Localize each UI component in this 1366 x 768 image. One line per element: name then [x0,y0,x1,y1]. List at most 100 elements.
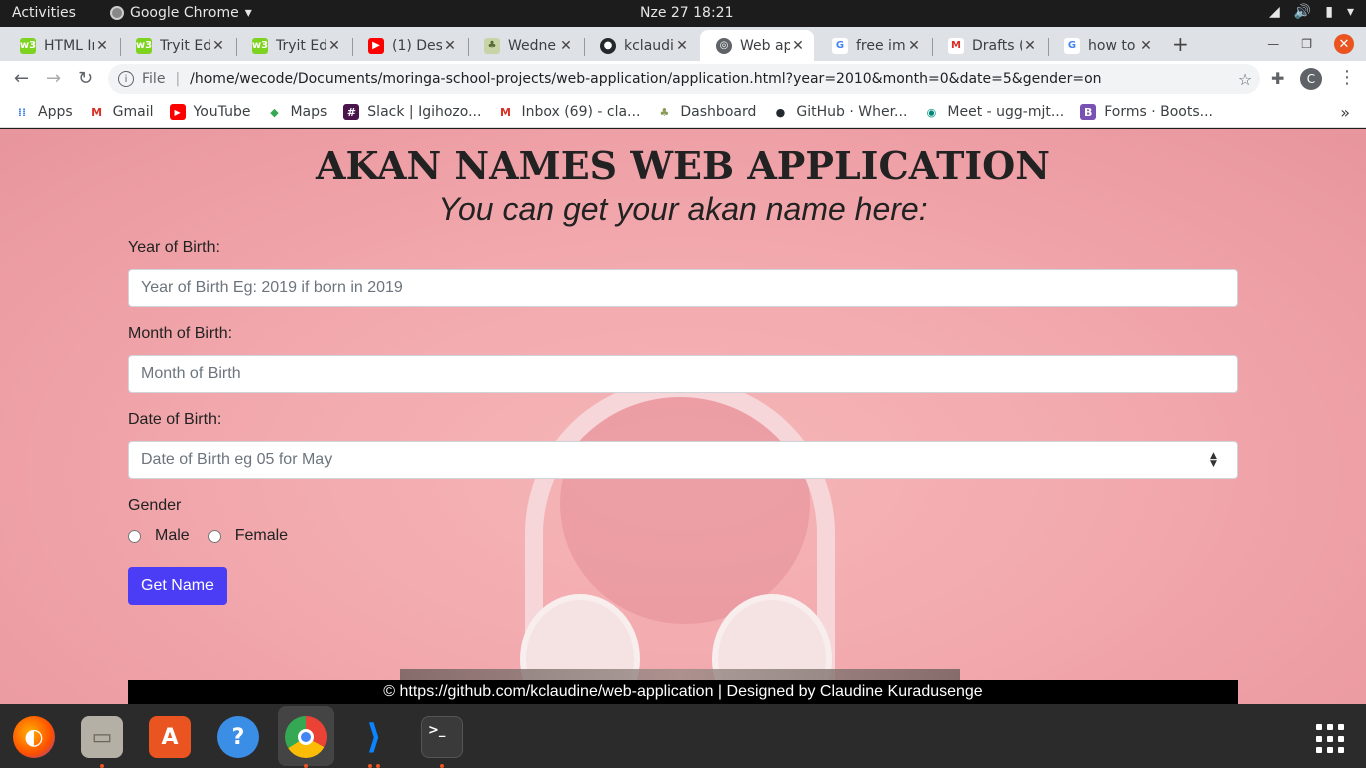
gender-label: Gender [128,497,182,514]
tab-title: Drafts ( [972,37,1022,54]
tab-title: Tryit Ed [276,37,326,54]
system-top-bar: Activities Google Chrome ▾ Nze 27 18:21 … [0,0,1366,27]
youtube-icon: ▶ [169,104,186,120]
close-tab-icon[interactable]: ✕ [1138,38,1154,54]
gmail-icon: M [499,105,511,119]
browser-tab[interactable]: w3 Tryit Ed ✕ [120,30,234,61]
tab-title: kclaudi [624,37,674,54]
close-tab-icon[interactable]: ✕ [442,38,458,54]
bookmark-meet[interactable]: ◉ Meet - ugg-mjt... [923,104,1065,120]
software-icon[interactable]: A [149,716,191,758]
date-input[interactable] [128,441,1238,479]
close-tab-icon[interactable]: ✕ [674,38,690,54]
female-radio[interactable] [207,529,221,543]
tab-title: how to [1088,37,1136,54]
w3schools-icon: w3 [252,37,268,54]
clock[interactable]: Nze 27 18:21 [640,5,734,21]
firefox-icon[interactable]: ◐ [13,716,55,758]
close-tab-icon[interactable]: ✕ [558,38,574,54]
kebab-menu-icon[interactable]: ⋮ [1338,67,1356,88]
info-icon[interactable]: i [118,71,134,87]
browser-tab[interactable]: ♣ Wedne ✕ [468,30,582,61]
minimize-icon[interactable]: — [1267,37,1279,51]
close-tab-icon[interactable]: ✕ [1022,38,1038,54]
help-icon[interactable]: ? [217,716,259,758]
close-tab-icon[interactable]: ✕ [210,38,226,54]
extensions-puzzle-icon[interactable]: ✚ [1271,69,1284,88]
close-tab-icon[interactable]: ✕ [94,38,110,54]
chrome-icon [110,6,124,20]
bookmark-youtube[interactable]: ▶ YouTube [169,104,250,120]
w3schools-icon: w3 [20,37,36,54]
system-tray[interactable]: ◢ 🔊 ▮ ▾ [1269,4,1354,20]
gender-radio-group: Male Female [128,527,306,545]
maximize-icon[interactable]: ❐ [1301,37,1312,51]
vscode-icon[interactable]: ⟩ [353,716,395,758]
bookmark-inbox[interactable]: M Inbox (69) - cla... [497,104,640,120]
female-label[interactable]: Female [235,527,288,545]
tab-title: Tryit Ed [160,37,210,54]
palm-icon: ♣ [484,37,500,54]
show-applications-icon[interactable] [1316,724,1346,754]
bookmark-forms[interactable]: B Forms · Boots... [1080,104,1213,120]
url-text[interactable]: /home/wecode/Documents/moringa-school-pr… [190,71,1230,87]
ubuntu-dock: ◐ ▭ A ? ⟩ >_ [0,704,1366,768]
google-icon: G [832,37,848,54]
bookmark-apps[interactable]: ⁞⁞ Apps [14,104,73,120]
close-tab-icon[interactable]: ✕ [326,38,342,54]
close-tab-icon[interactable]: ✕ [906,38,922,54]
year-label: Year of Birth: [128,239,220,256]
browser-tab[interactable]: w3 HTML In ✕ [4,30,118,61]
male-radio[interactable] [128,529,141,543]
more-bookmarks-icon[interactable]: » [1340,103,1350,122]
google-icon: G [1064,37,1080,54]
browser-tab[interactable]: ● kclaudi ✕ [584,30,698,61]
number-spinner-icon[interactable]: ▲ ▼ [1210,452,1217,469]
app-menu[interactable]: Google Chrome ▾ [110,5,252,21]
tab-title: (1) Desi [392,37,442,54]
github-icon: ● [600,37,616,54]
browser-tab[interactable]: M Drafts ( ✕ [932,30,1046,61]
gmail-icon: M [948,37,964,54]
month-input[interactable] [128,355,1238,393]
close-window-icon[interactable]: ✕ [1334,34,1354,54]
address-bar[interactable]: i File | /home/wecode/Documents/moringa-… [108,64,1260,94]
male-label[interactable]: Male [155,527,190,545]
reload-icon[interactable]: ↻ [78,68,93,89]
bookmark-slack[interactable]: # Slack | Igihozo... [343,104,481,120]
meet-icon: ◉ [926,105,937,119]
bookmark-maps[interactable]: ◆ Maps [266,104,327,120]
date-label: Date of Birth: [128,411,222,428]
tab-title: HTML In [44,37,94,54]
browser-tab-active[interactable]: ◎ Web ap ✕ [700,30,814,61]
year-input[interactable] [128,269,1238,307]
back-arrow-icon[interactable]: ← [14,68,29,89]
gmail-icon: M [91,105,103,119]
terminal-icon[interactable]: >_ [421,716,463,758]
get-name-button[interactable]: Get Name [128,567,227,605]
browser-tab[interactable]: w3 Tryit Ed ✕ [236,30,350,61]
new-tab-button[interactable]: + [1172,32,1189,56]
bookmark-star-icon[interactable]: ☆ [1230,70,1260,89]
browser-tab[interactable]: G free ima ✕ [816,30,930,61]
close-tab-icon[interactable]: ✕ [790,38,806,54]
activities-button[interactable]: Activities [12,5,76,21]
bookmark-github[interactable]: ● GitHub · Wher... [772,104,908,120]
tab-strip: w3 HTML In ✕ w3 Tryit Ed ✕ w3 Tryit Ed ✕… [0,27,1366,61]
apps-grid-icon: ⁞⁞ [17,105,27,119]
chrome-icon[interactable] [285,716,327,758]
files-icon[interactable]: ▭ [81,716,123,758]
bookmark-dashboard[interactable]: ♣ Dashboard [656,104,756,120]
page-title: AKAN NAMES WEB APPLICATION [316,143,1050,188]
page-content: AKAN NAMES WEB APPLICATION You can get y… [0,129,1366,704]
browser-toolbar: ← → ↻ i File | /home/wecode/Documents/mo… [0,61,1366,97]
bookmark-gmail[interactable]: M Gmail [89,104,153,120]
profile-avatar[interactable]: C [1300,68,1322,90]
tab-title: Wedne [508,37,557,54]
slack-icon: # [343,104,360,120]
w3schools-icon: w3 [136,37,152,54]
browser-tab[interactable]: G how to ✕ [1048,30,1162,61]
browser-tab[interactable]: ▶ (1) Desi ✕ [352,30,466,61]
github-icon: ● [775,105,786,119]
forward-arrow-icon[interactable]: → [46,68,61,89]
